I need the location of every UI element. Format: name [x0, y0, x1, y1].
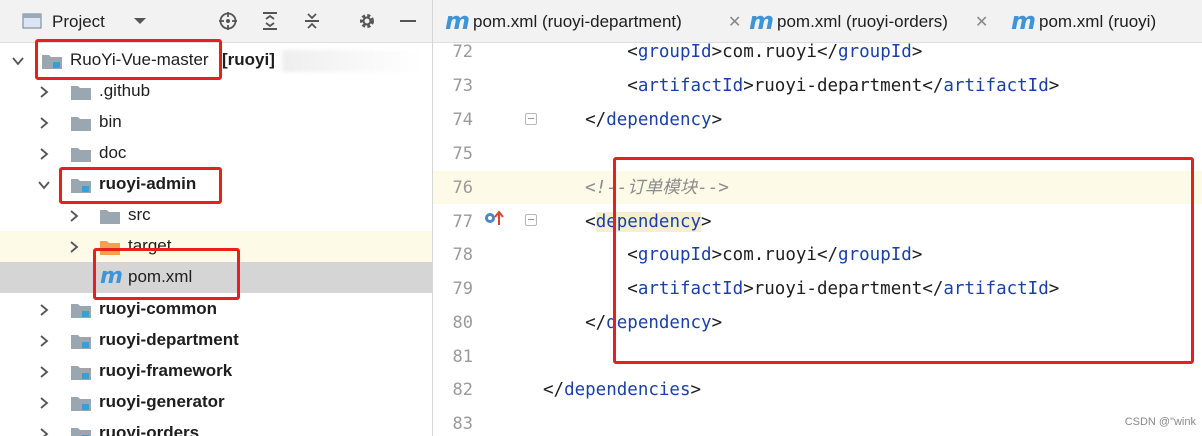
code-line[interactable]: <groupId>com.ruoyi</groupId> [543, 36, 1202, 69]
tree-item-src[interactable]: src [0, 200, 432, 231]
tree-item-label: ruoyi-framework [99, 361, 233, 380]
xml-text: ruoyi-department [753, 76, 923, 96]
line-number: 82 [452, 380, 473, 400]
chevron-down-icon[interactable] [11, 54, 25, 68]
tree-item-doc[interactable]: doc [0, 138, 432, 169]
tree-item-label: ruoyi-generator [99, 392, 225, 411]
code-line[interactable]: <artifactId>ruoyi-department</artifactId… [543, 70, 1202, 103]
xml-text: com.ruoyi [722, 42, 817, 62]
module-folder-icon [71, 397, 91, 411]
maven-file-icon: m [445, 7, 471, 35]
line-number: 79 [452, 279, 473, 299]
chevron-right-icon[interactable] [67, 209, 81, 223]
line-number: 80 [452, 313, 473, 333]
project-panel: Project RuoYi-Vue-master [ruoyi] .github… [0, 0, 433, 436]
xml-tag: dependencies [564, 380, 691, 400]
module-folder-icon [71, 304, 91, 318]
tree-item-suffix: [ruoyi] [222, 50, 275, 69]
chevron-right-icon[interactable] [37, 147, 51, 161]
tree-item-label: doc [99, 143, 127, 162]
xml-tag: artifactId [943, 76, 1049, 96]
tree-item-ruoyi-generator[interactable]: ruoyi-generator [0, 387, 432, 418]
chevron-down-icon[interactable] [37, 178, 51, 192]
annotation-box [93, 248, 240, 300]
line-number: 73 [452, 76, 473, 96]
line-number: 81 [452, 347, 473, 367]
tree-item-label: ruoyi-department [99, 330, 239, 349]
tree-item-label: .github [99, 81, 151, 100]
expand-all-icon[interactable] [260, 11, 280, 31]
line-number: 77 [452, 212, 473, 232]
folder-icon [71, 148, 91, 162]
chevron-right-icon[interactable] [37, 303, 51, 317]
line-number: 74 [452, 110, 473, 130]
tree-item-label: ruoyi-orders [99, 423, 200, 436]
xml-tag: groupId [637, 42, 712, 62]
line-number: 78 [452, 245, 473, 265]
folder-icon [71, 117, 91, 131]
annotation-box [59, 167, 222, 204]
chevron-right-icon[interactable] [37, 85, 51, 99]
line-number: 83 [452, 414, 473, 434]
tree-item-ruoyi-framework[interactable]: ruoyi-framework [0, 356, 432, 387]
chevron-right-icon[interactable] [37, 396, 51, 410]
maven-file-icon: m [749, 7, 775, 35]
code-line[interactable]: </dependency> [543, 104, 1202, 137]
tab-label: pom.xml (ruoyi-department) [473, 12, 682, 31]
project-toolbar: Project [0, 0, 432, 43]
module-folder-icon [71, 428, 91, 436]
module-folder-icon [71, 366, 91, 380]
chevron-right-icon[interactable] [37, 427, 51, 436]
xml-tag: dependency [606, 110, 712, 130]
tree-item-ruoyi-department[interactable]: ruoyi-department [0, 325, 432, 356]
project-title[interactable]: Project [52, 12, 105, 32]
line-number: 72 [452, 42, 473, 62]
fold-marker-icon[interactable] [525, 214, 537, 226]
tree-item-label: ruoyi-common [99, 299, 218, 318]
annotation-box [613, 157, 1194, 364]
gear-icon[interactable] [357, 11, 377, 31]
chevron-down-icon[interactable] [130, 11, 150, 31]
code-line[interactable]: </dependencies> [543, 374, 1202, 407]
annotation-box [35, 39, 222, 80]
tab-label: pom.xml (ruoyi) [1039, 12, 1157, 31]
chevron-right-icon[interactable] [37, 365, 51, 379]
close-icon[interactable]: ✕ [728, 12, 741, 32]
maven-file-icon: m [1011, 7, 1037, 35]
tab-label: pom.xml (ruoyi-orders) [777, 12, 948, 31]
tree-item-ruoyi-orders[interactable]: ruoyi-orders [0, 418, 432, 436]
minimize-icon[interactable] [398, 11, 418, 31]
locate-icon[interactable] [218, 11, 238, 31]
redacted-path [282, 50, 422, 72]
tree-item-label: src [128, 205, 151, 224]
navigate-to-parent-icon[interactable] [483, 209, 505, 227]
collapse-all-icon[interactable] [302, 11, 322, 31]
line-number: 75 [452, 144, 473, 164]
tree-item-label: bin [99, 112, 122, 131]
xml-tag: artifactId [637, 76, 744, 96]
project-view-icon[interactable] [22, 11, 42, 31]
chevron-right-icon[interactable] [37, 116, 51, 130]
fold-marker-icon[interactable] [525, 113, 537, 125]
close-icon[interactable]: ✕ [975, 12, 988, 32]
folder-icon [71, 86, 91, 100]
watermark: CSDN @"wink [1124, 416, 1196, 428]
chevron-right-icon[interactable] [67, 240, 81, 254]
tree-item-bin[interactable]: bin [0, 107, 432, 138]
chevron-right-icon[interactable] [37, 334, 51, 348]
editor-panel: m pom.xml (ruoyi-department) ✕ m pom.xml… [433, 0, 1202, 436]
folder-icon [100, 210, 120, 224]
xml-tag: groupId [838, 42, 912, 62]
line-number: 76 [452, 178, 473, 198]
module-folder-icon [71, 335, 91, 349]
tree-item-github[interactable]: .github [0, 76, 432, 107]
